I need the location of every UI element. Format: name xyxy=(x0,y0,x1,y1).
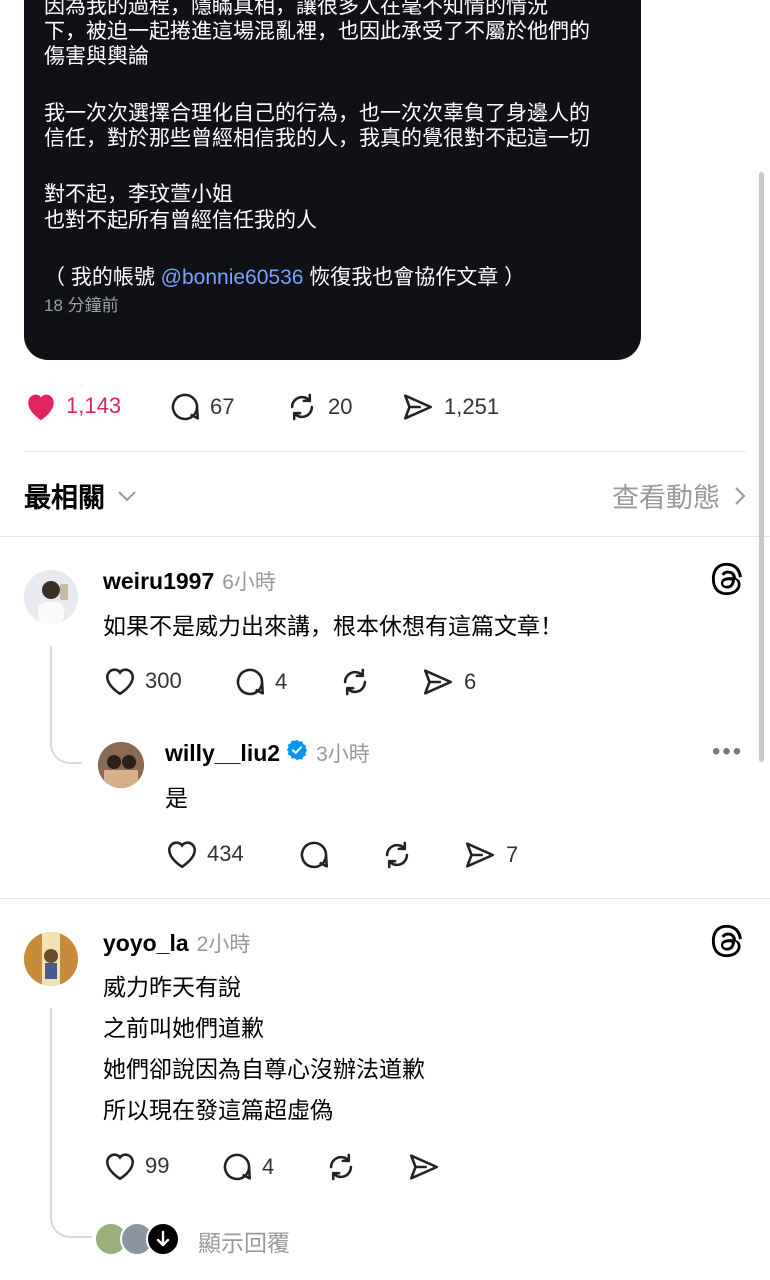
divider xyxy=(0,898,770,899)
username-text[interactable]: yoyo_la xyxy=(103,930,189,957)
sort-dropdown[interactable]: 最相關 xyxy=(24,476,137,515)
comment-time: 2小時 xyxy=(196,933,251,956)
like-count: 434 xyxy=(207,841,244,866)
post-text-line: 對不起，李玟萱小姐 xyxy=(44,183,233,206)
view-activity-label: 查看動態 xyxy=(612,483,720,513)
username-text[interactable]: willy__liu2 xyxy=(165,740,280,767)
post-note: （ 我的帳號 @bonnie60536 恢復我也會協作文章 ） xyxy=(44,265,525,290)
comment-icon xyxy=(300,841,329,869)
thread-line xyxy=(50,1008,92,1238)
comment-username[interactable]: weiru1997 6小時 xyxy=(103,566,276,596)
repost-icon xyxy=(343,668,367,696)
comment-text: 所以現在發這篇超虛偽 xyxy=(103,1097,333,1123)
reply-button[interactable]: 4 xyxy=(220,1150,274,1184)
repost-icon xyxy=(290,393,314,421)
comment-text: 是 xyxy=(165,785,188,811)
show-replies-link[interactable]: 顯示回覆 xyxy=(198,1224,290,1258)
reply-count: 4 xyxy=(275,669,288,694)
share-button[interactable]: 1,251 xyxy=(400,390,499,424)
like-button[interactable]: 434 xyxy=(165,838,244,870)
send-icon xyxy=(465,842,495,868)
repost-button[interactable] xyxy=(323,1150,359,1184)
repost-button[interactable] xyxy=(337,665,373,699)
repost-icon xyxy=(385,841,409,869)
post-text-line: 也對不起所有曾經信任我的人 xyxy=(44,209,317,232)
more-options-icon[interactable]: ••• xyxy=(712,738,743,766)
scrollbar[interactable] xyxy=(759,172,764,762)
comment-time: 6小時 xyxy=(222,571,276,594)
like-button[interactable]: 1,143 xyxy=(24,390,121,422)
post-note-suffix: 恢復我也會協作文章 ） xyxy=(303,266,526,289)
share-count: 7 xyxy=(506,842,519,867)
view-activity-link[interactable]: 查看動態 xyxy=(612,476,746,515)
chevron-down-icon xyxy=(118,490,136,501)
comment-icon xyxy=(223,1153,252,1181)
thread-line xyxy=(50,646,82,764)
share-button[interactable] xyxy=(406,1150,442,1184)
send-icon xyxy=(409,1154,439,1180)
mention-link[interactable]: @bonnie60536 xyxy=(161,266,304,289)
avatar[interactable] xyxy=(24,932,78,986)
username-text[interactable]: weiru1997 xyxy=(103,568,214,595)
comment-username[interactable]: willy__liu2 3小時 xyxy=(165,738,370,768)
share-count: 1,251 xyxy=(444,394,500,419)
share-count: 6 xyxy=(464,669,477,694)
sort-label: 最相關 xyxy=(24,483,105,513)
heart-filled-icon xyxy=(28,394,54,421)
comment-icon xyxy=(171,393,200,421)
divider xyxy=(24,451,746,452)
post-timestamp: 18 分鐘前 xyxy=(44,296,119,315)
divider xyxy=(0,536,770,537)
comment-icon xyxy=(236,668,265,696)
avatar[interactable] xyxy=(98,742,144,788)
heart-icon xyxy=(167,841,197,869)
chevron-right-icon xyxy=(735,486,746,505)
comment-username[interactable]: yoyo_la 2小時 xyxy=(103,928,250,958)
heart-icon xyxy=(105,1153,135,1181)
comment-count: 67 xyxy=(210,394,235,419)
repost-icon xyxy=(329,1153,353,1181)
comment-text: 之前叫她們道歉 xyxy=(103,1015,264,1041)
repost-count: 20 xyxy=(328,394,353,419)
post-text-line: 傷害與輿論 xyxy=(44,45,149,68)
reply-avatar-stack[interactable] xyxy=(94,1222,180,1256)
share-button[interactable]: 6 xyxy=(420,665,476,699)
comment-text: 她們卻說因為自尊心沒辦法道歉 xyxy=(103,1056,425,1082)
threads-logo-icon[interactable] xyxy=(710,922,746,969)
post-text-line: 我一次次選擇合理化自己的行為，也一次次辜負了身邊人的 xyxy=(44,102,590,125)
like-button[interactable]: 300 xyxy=(103,665,182,697)
verified-badge-icon xyxy=(286,739,308,767)
like-count: 300 xyxy=(145,668,182,693)
heart-icon xyxy=(105,668,135,696)
repost-button[interactable]: 20 xyxy=(284,390,352,424)
comment-text: 威力昨天有說 xyxy=(103,974,241,1000)
post-note-prefix: （ 我的帳號 xyxy=(44,266,161,289)
arrow-down-icon xyxy=(146,1222,180,1256)
avatar[interactable] xyxy=(24,570,78,624)
comment-time: 3小時 xyxy=(316,743,370,766)
comment-text: 如果不是威力出來講，根本休想有這篇文章！ xyxy=(103,613,563,639)
threads-logo-icon[interactable] xyxy=(710,560,746,607)
reply-button[interactable] xyxy=(297,838,331,872)
post-text-line: 因為我的過程，隱瞞真相，讓很多人在毫不知情的情況 xyxy=(44,0,548,18)
send-icon xyxy=(423,669,453,695)
comment-button[interactable]: 67 xyxy=(168,390,234,424)
repost-button[interactable] xyxy=(379,838,415,872)
reply-count: 4 xyxy=(262,1154,275,1179)
like-count: 1,143 xyxy=(66,393,122,418)
share-button[interactable]: 7 xyxy=(462,838,518,872)
post-text-line: 下，被迫一起捲進這場混亂裡，也因此承受了不屬於他們的 xyxy=(44,20,590,43)
reply-button[interactable]: 4 xyxy=(233,665,287,699)
like-count: 99 xyxy=(145,1153,170,1178)
post-text-line: 信任，對於那些曾經相信我的人，我真的覺很對不起這一切 xyxy=(44,127,590,150)
send-icon xyxy=(403,394,433,420)
like-button[interactable]: 99 xyxy=(103,1150,169,1182)
